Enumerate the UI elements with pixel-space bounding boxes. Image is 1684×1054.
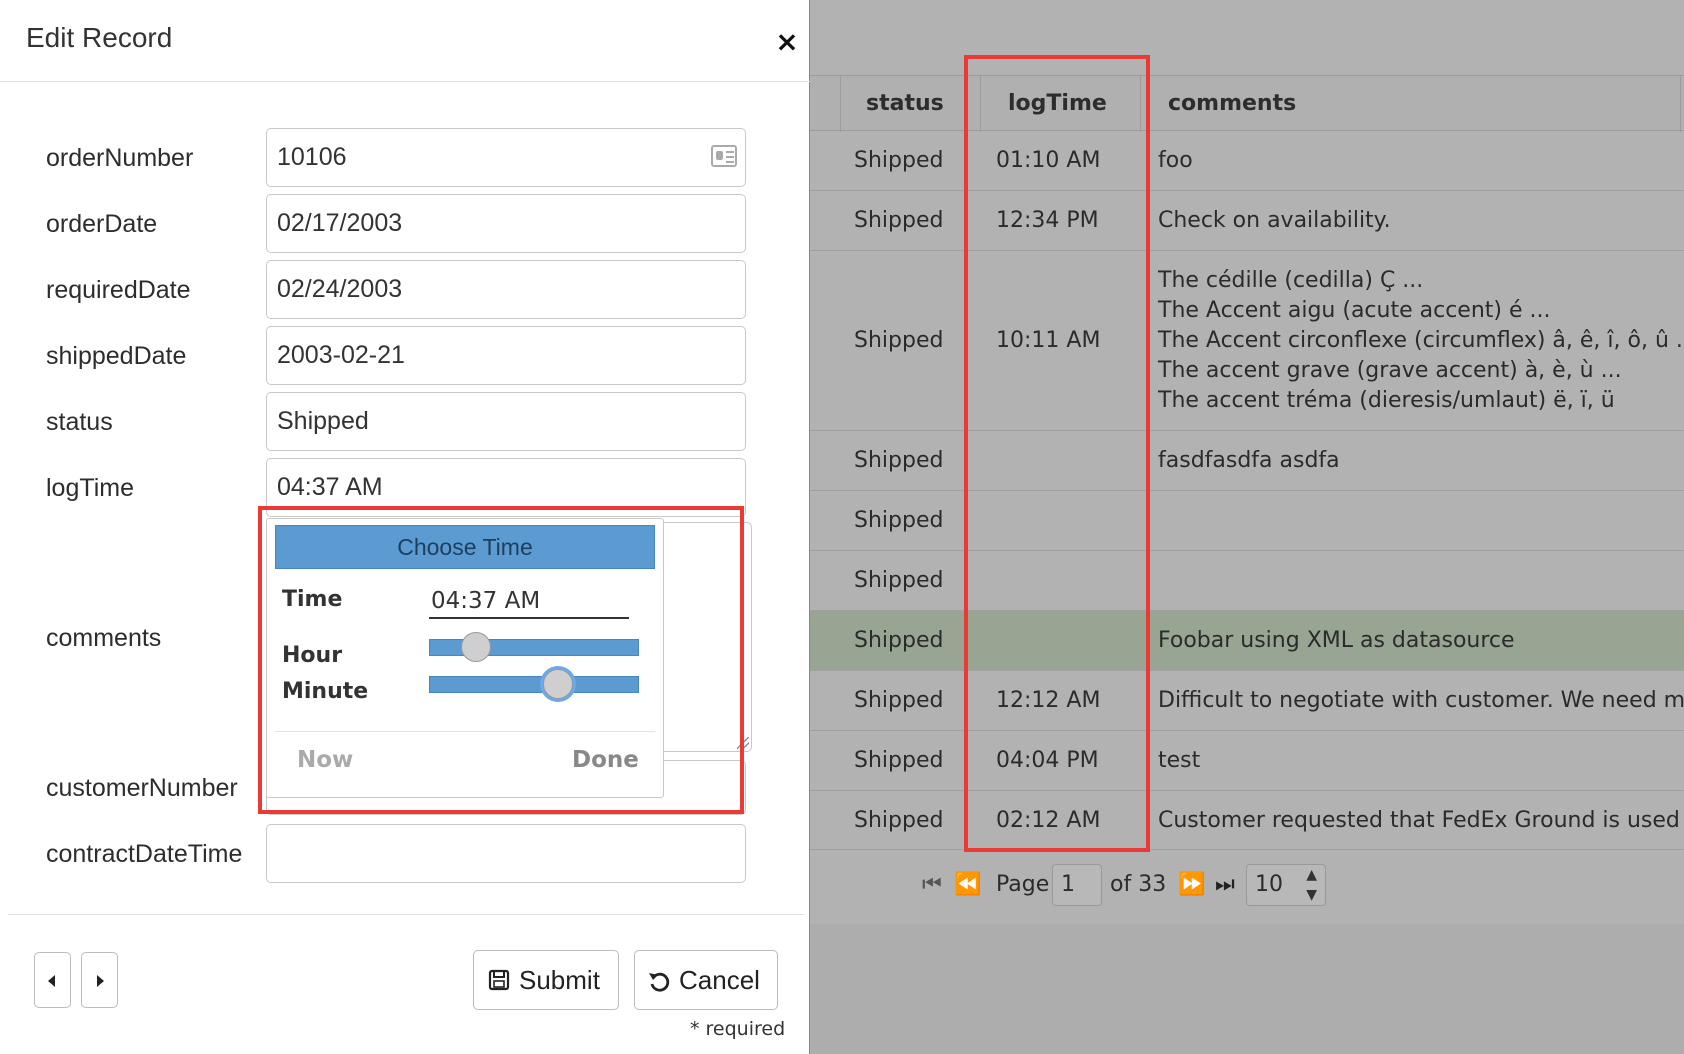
next-record-button[interactable]	[81, 952, 118, 1008]
page-size-select[interactable]: 10 ▲ ▼	[1246, 864, 1326, 906]
hour-label: Hour	[282, 643, 343, 668]
id-card-icon[interactable]	[711, 145, 737, 167]
submit-button[interactable]: Submit	[473, 950, 619, 1010]
status-cell: Shipped	[854, 208, 944, 233]
comments-cell-line: Check on availability.	[1158, 208, 1391, 233]
ordernumber-field[interactable]: 10106	[266, 128, 746, 187]
status-cell: Shipped	[854, 748, 944, 773]
requireddate-label: requiredDate	[46, 276, 191, 304]
caret-right-icon	[97, 975, 104, 987]
page-size-value: 10	[1255, 872, 1283, 897]
comments-cell-line: test	[1158, 748, 1201, 773]
previous-record-button[interactable]	[34, 952, 71, 1008]
status-cell: Shipped	[854, 148, 944, 173]
comments-cell-line: Foobar using XML as datasource	[1158, 628, 1515, 653]
comments-cell-line: The accent tréma (dieresis/umlaut) ë, ï,…	[1158, 388, 1615, 413]
comments-cell-line: The accent grave (grave accent) à, è, ù …	[1158, 358, 1622, 383]
customernumber-label: customerNumber	[46, 774, 238, 802]
comments-cell-line: foo	[1158, 148, 1193, 173]
minute-slider[interactable]	[429, 669, 639, 699]
comments-label: comments	[46, 624, 162, 652]
logtime-cell: 04:04 PM	[996, 748, 1099, 773]
page-label: Page	[996, 872, 1050, 897]
dialog-footer-divider	[8, 914, 804, 915]
logtime-field[interactable]: 04:37 AM	[266, 458, 746, 517]
logtime-cell: 10:11 AM	[996, 328, 1101, 353]
requireddate-field[interactable]: 02/24/2003	[266, 260, 746, 319]
status-cell: Shipped	[854, 508, 944, 533]
cancel-label: Cancel	[679, 965, 760, 995]
time-label: Time	[282, 587, 343, 612]
page-number-input[interactable]: 1	[1052, 864, 1102, 906]
ordernumber-label: orderNumber	[46, 144, 194, 172]
status-cell: Shipped	[854, 328, 944, 353]
contractdatetime-label: contractDateTime	[46, 840, 243, 868]
hour-slider-handle[interactable]	[460, 632, 491, 662]
comments-cell-line: fasdfasdfa asdfa	[1158, 448, 1340, 473]
status-cell: Shipped	[854, 628, 944, 653]
dialog-header: Edit Record ×	[0, 0, 810, 82]
time-picker-popup: Choose Time Time 04:37 AM Hour Minute No…	[266, 518, 664, 798]
column-divider	[1680, 76, 1681, 132]
comments-cell-line: The Accent aigu (acute accent) é ...	[1158, 298, 1551, 323]
column-divider	[980, 76, 981, 132]
edit-record-dialog: Edit Record × orderNumber 10106 orderDat…	[0, 0, 810, 1054]
time-picker-divider	[275, 731, 655, 732]
comments-cell-line: Difficult to negotiate with customer. We…	[1158, 688, 1684, 713]
done-button[interactable]: Done	[572, 747, 639, 773]
contractdatetime-field[interactable]	[266, 824, 746, 883]
page-count: of 33	[1110, 872, 1167, 897]
cancel-button[interactable]: Cancel	[634, 950, 778, 1010]
shippeddate-field[interactable]: 2003-02-21	[266, 326, 746, 385]
comments-cell-line: Customer requested that FedEx Ground is …	[1158, 807, 1684, 833]
status-cell: Shipped	[854, 448, 944, 473]
save-icon	[488, 969, 510, 991]
previous-page-icon[interactable]: ⏪	[954, 874, 981, 896]
select-arrows-icon: ▲ ▼	[1306, 867, 1317, 903]
required-note: * required	[690, 1018, 786, 1040]
column-header-comments[interactable]: comments	[1168, 76, 1296, 132]
close-icon[interactable]: ×	[772, 24, 802, 60]
hour-slider[interactable]	[429, 632, 639, 662]
status-field[interactable]: Shipped	[266, 392, 746, 451]
last-page-icon[interactable]: ⏭	[1215, 874, 1235, 896]
logtime-cell: 01:10 AM	[996, 148, 1101, 173]
logtime-cell: 12:12 AM	[996, 688, 1101, 713]
status-cell: Shipped	[854, 568, 944, 593]
dialog-title: Edit Record	[26, 22, 173, 53]
time-picker-header: Choose Time	[275, 525, 655, 569]
minute-slider-handle[interactable]	[543, 669, 574, 699]
orderdate-label: orderDate	[46, 210, 158, 238]
first-page-icon[interactable]: ⏮	[922, 874, 942, 896]
status-cell: Shipped	[854, 688, 944, 713]
logtime-label: logTime	[46, 474, 134, 502]
submit-label: Submit	[519, 965, 600, 995]
comments-cell-line: The Accent circonflexe (circumflex) â, ê…	[1158, 328, 1684, 353]
column-header-logtime[interactable]: logTime	[1008, 76, 1107, 132]
logtime-cell: 02:12 AM	[996, 807, 1101, 833]
shippeddate-label: shippedDate	[46, 342, 187, 370]
undo-icon	[649, 972, 670, 992]
column-divider	[840, 76, 841, 132]
orderdate-field[interactable]: 02/17/2003	[266, 194, 746, 253]
resize-handle-icon[interactable]	[737, 737, 749, 749]
comments-cell-line: The cédille (cedilla) Ç ...	[1158, 268, 1424, 293]
caret-left-icon	[48, 975, 55, 987]
now-button[interactable]: Now	[297, 747, 353, 773]
column-divider	[1140, 76, 1141, 132]
minute-label: Minute	[282, 679, 369, 704]
logtime-cell: 12:34 PM	[996, 208, 1099, 233]
status-label: status	[46, 408, 113, 436]
time-value: 04:37 AM	[429, 585, 629, 619]
next-page-icon[interactable]: ⏩	[1178, 874, 1205, 896]
ordernumber-value: 10106	[277, 143, 347, 171]
status-cell: Shipped	[854, 807, 944, 833]
column-header-status[interactable]: status	[866, 76, 944, 132]
